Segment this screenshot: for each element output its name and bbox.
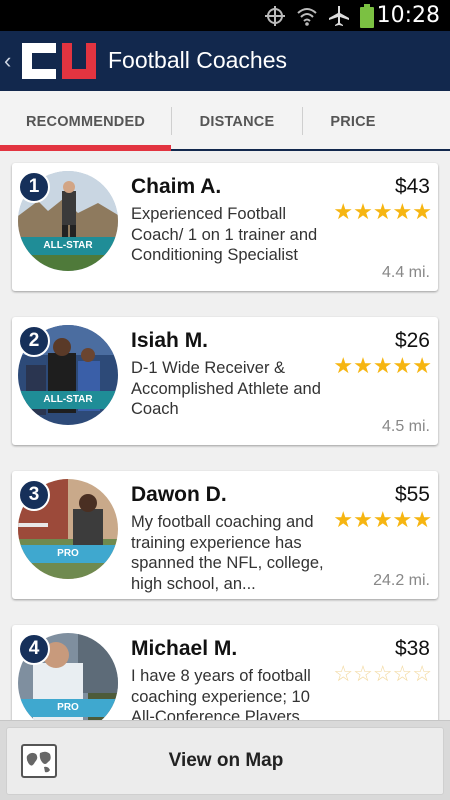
coach-badge: ALL-STAR [18, 237, 118, 255]
rating-stars: ☆☆☆☆☆ [333, 661, 432, 686]
coach-name: Chaim A. [131, 175, 222, 198]
rank-badge: 3 [18, 479, 50, 511]
wifi-icon [297, 8, 317, 26]
coach-badge: PRO [18, 699, 118, 717]
coach-distance: 4.4 mi. [381, 264, 430, 281]
coach-badge: ALL-STAR [18, 391, 118, 409]
coach-card[interactable]: PRO 3 Dawon D. $55 My football coaching … [12, 471, 438, 599]
app-logo[interactable] [16, 39, 102, 83]
location-icon [265, 6, 285, 26]
rating-stars: ★★★★★ [333, 353, 432, 378]
page-title: Football Coaches [108, 47, 287, 73]
coach-distance: 24.2 mi. [373, 572, 430, 589]
coach-description: My football coaching and training experi… [131, 513, 324, 593]
airplane-icon [329, 6, 349, 26]
coach-price: $26 [394, 329, 430, 352]
coach-price: $43 [394, 175, 430, 198]
rating-stars: ★★★★★ [333, 507, 432, 532]
coach-description: I have 8 years of football coaching expe… [131, 667, 311, 726]
battery-icon [360, 4, 374, 28]
tab-recommended[interactable]: RECOMMENDED [0, 91, 171, 151]
rank-badge: 4 [18, 633, 50, 665]
coach-name: Michael M. [131, 637, 238, 660]
tab-price[interactable]: PRICE [303, 91, 403, 149]
coach-name: Isiah M. [131, 329, 209, 352]
app-bar: ‹ Football Coaches [0, 31, 450, 91]
sort-tabs: RECOMMENDED DISTANCE PRICE [0, 91, 450, 151]
status-icons [264, 4, 374, 28]
coach-price: $55 [394, 483, 430, 506]
coach-card[interactable]: PRO 4 Michael M. $38 I have 8 years of f… [12, 625, 438, 735]
tab-distance[interactable]: DISTANCE [172, 91, 302, 149]
coach-description: Experienced Football Coach/ 1 on 1 train… [131, 205, 318, 264]
coach-name: Dawon D. [131, 483, 227, 506]
back-chevron-icon[interactable]: ‹ [4, 48, 11, 74]
coach-description: D-1 Wide Receiver & Accomplished Athlete… [131, 359, 321, 418]
map-bar: View on Map [0, 720, 450, 800]
coach-card[interactable]: ALL-STAR 2 Isiah M. $26 D-1 Wide Receive… [12, 317, 438, 445]
rating-stars: ★★★★★ [333, 199, 432, 224]
clock: 10:28 [376, 3, 440, 28]
coach-badge: PRO [18, 545, 118, 563]
view-on-map-label: View on Map [168, 750, 284, 771]
coach-price: $38 [394, 637, 430, 660]
status-bar: 10:28 [0, 0, 450, 31]
view-on-map-button[interactable]: View on Map [6, 727, 444, 795]
coach-card[interactable]: ALL-STAR 1 Chaim A. $43 Experienced Foot… [12, 163, 438, 291]
rank-badge: 2 [18, 325, 50, 357]
coach-list: ALL-STAR 1 Chaim A. $43 Experienced Foot… [12, 163, 438, 761]
rank-badge: 1 [18, 171, 50, 203]
coach-distance: 4.5 mi. [381, 418, 430, 435]
